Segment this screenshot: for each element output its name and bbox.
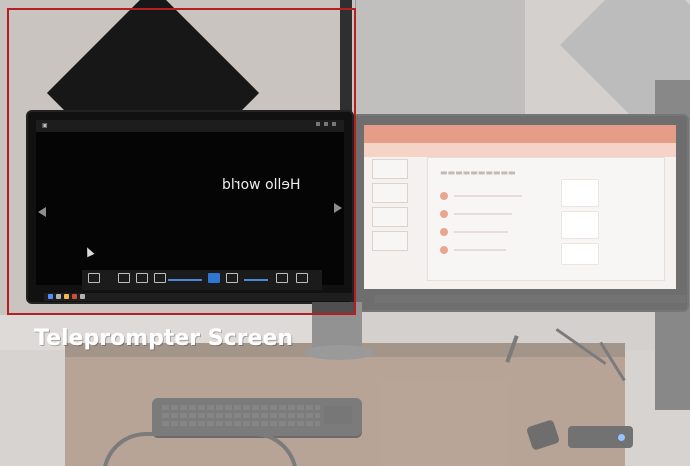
teleprompter-photo: ▣ Hello world ▬▬▬▬▬▬▬▬▬▬ Teleprompter Sc… (0, 0, 690, 466)
caption-text: Teleprompter Screen (34, 326, 294, 351)
dim-overlay-right (356, 0, 690, 466)
highlight-box (7, 8, 356, 315)
